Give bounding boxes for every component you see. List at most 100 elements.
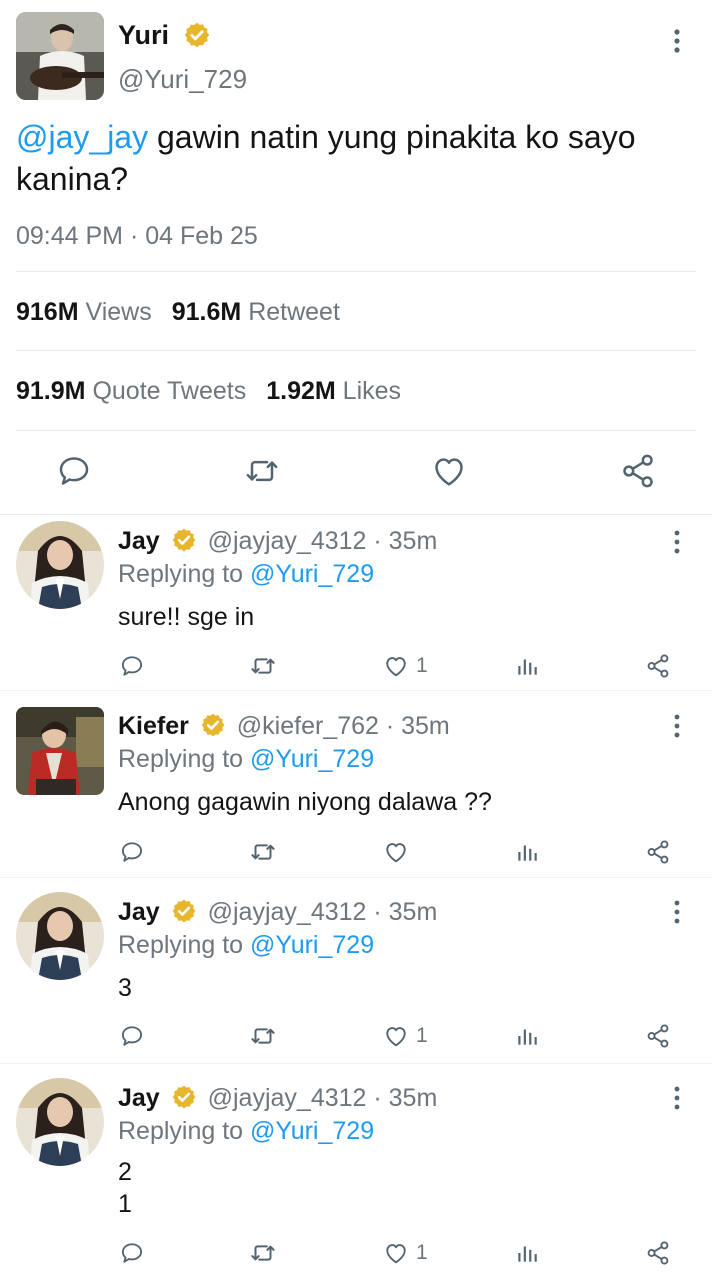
views-action-button[interactable]	[514, 837, 540, 867]
replying-to-link[interactable]: @Yuri_729	[250, 745, 374, 773]
retweet-action-button[interactable]	[248, 837, 278, 867]
reply-icon	[121, 1026, 143, 1046]
retweet-icon[interactable]	[242, 451, 282, 491]
quote-label: Quote Tweets	[92, 377, 247, 405]
reply-icon	[121, 656, 143, 676]
reply-action-button[interactable]	[118, 651, 146, 681]
tweet-text: @jay_jay gawin natin yung pinakita ko sa…	[16, 116, 696, 200]
like-count: 1	[416, 654, 428, 677]
replying-to-link[interactable]: @Yuri_729	[250, 1117, 374, 1145]
author-handle[interactable]: @Yuri_729	[118, 64, 247, 95]
verified-badge-icon	[201, 714, 225, 737]
replying-to-link[interactable]: @Yuri_729	[250, 931, 374, 959]
share-action-button[interactable]	[644, 837, 672, 867]
reply-header: Kiefer @kiefer_762 · 35m	[118, 712, 450, 741]
quote-count: 91.9M	[16, 377, 86, 405]
reply-icon	[121, 842, 143, 862]
replying-to-label: Replying to	[118, 931, 251, 959]
likes-stat[interactable]: 1.92M Likes	[266, 377, 401, 405]
views-stat[interactable]: 916M Views	[16, 298, 152, 326]
replying-to: Replying to @Yuri_729	[118, 1117, 374, 1146]
like-icon	[386, 657, 406, 677]
reply-author-name[interactable]: Jay	[118, 898, 160, 926]
like-icon[interactable]	[429, 451, 469, 491]
retweet-action-button[interactable]	[248, 651, 278, 681]
divider	[16, 430, 696, 431]
author-avatar[interactable]	[16, 12, 104, 100]
reply-text: 3	[118, 974, 132, 1002]
share-icon	[647, 840, 669, 864]
replying-to-label: Replying to	[118, 560, 251, 588]
analytics-icon	[518, 1246, 537, 1262]
retweet-icon	[251, 844, 275, 860]
views-action-button[interactable]	[514, 1238, 540, 1268]
reply-header: Jay @jayjay_4312 · 35m	[118, 898, 437, 927]
reply-icon[interactable]	[54, 451, 94, 491]
reply-icon	[121, 1243, 143, 1263]
reply-avatar[interactable]	[16, 521, 104, 609]
more-options-icon[interactable]	[667, 26, 687, 56]
views-action-button[interactable]	[514, 1021, 540, 1051]
views-action-button[interactable]	[514, 651, 540, 681]
reply-item[interactable]: Kiefer @kiefer_762 · 35m Replying to @Yu…	[0, 691, 712, 878]
author-name[interactable]: Yuri	[118, 20, 211, 51]
tweet-timestamp[interactable]: 09:44 PM · 04 Feb 25	[16, 222, 258, 251]
likes-count: 1.92M	[266, 377, 336, 405]
reply-handle-time: @jayjay_4312 · 35m	[207, 898, 438, 926]
like-icon	[386, 843, 406, 863]
reply-item[interactable]: Jay @jayjay_4312 · 35m Replying to @Yuri…	[0, 1064, 712, 1280]
reply-action-button[interactable]	[118, 1021, 146, 1051]
verified-badge-icon	[172, 900, 196, 923]
reply-avatar[interactable]	[16, 1078, 104, 1166]
like-action-button[interactable]: 1	[382, 1238, 428, 1268]
verified-badge-icon	[172, 529, 196, 552]
reply-handle-time: @jayjay_4312 · 35m	[207, 1084, 438, 1112]
reply-author-name[interactable]: Kiefer	[118, 712, 189, 740]
reply-header: Jay @jayjay_4312 · 35m	[118, 527, 437, 556]
retweet-stat[interactable]: 91.6M Retweet	[172, 298, 340, 326]
like-count: 1	[416, 1241, 428, 1264]
mention-link[interactable]: @jay_jay	[16, 119, 148, 155]
like-action-button[interactable]: 1	[382, 651, 428, 681]
like-icon	[386, 1244, 406, 1264]
reply-item[interactable]: Jay @jayjay_4312 · 35m Replying to @Yuri…	[0, 515, 712, 691]
author-name-text: Yuri	[118, 20, 170, 50]
more-options-icon[interactable]	[667, 711, 687, 741]
like-action-button[interactable]: 1	[382, 1021, 428, 1051]
analytics-icon	[518, 1029, 537, 1045]
reply-item[interactable]: Jay @jayjay_4312 · 35m Replying to @Yuri…	[0, 878, 712, 1064]
share-action-button[interactable]	[644, 651, 672, 681]
analytics-icon	[518, 659, 537, 675]
share-icon[interactable]	[618, 451, 658, 491]
reply-handle-time: @kiefer_762 · 35m	[236, 712, 450, 740]
replying-to-label: Replying to	[118, 1117, 251, 1145]
like-count: 1	[416, 1024, 428, 1047]
main-tweet: Yuri @Yuri_729 @jay_jay gawin natin yung…	[0, 0, 712, 515]
retweet-label: Retweet	[248, 298, 340, 326]
more-options-icon[interactable]	[667, 1083, 687, 1113]
reply-author-name[interactable]: Jay	[118, 527, 160, 555]
reply-action-button[interactable]	[118, 1238, 146, 1268]
share-action-button[interactable]	[644, 1238, 672, 1268]
retweet-action-button[interactable]	[248, 1021, 278, 1051]
reply-avatar[interactable]	[16, 892, 104, 980]
verified-badge-icon	[172, 1086, 196, 1109]
retweet-icon	[251, 1245, 275, 1261]
retweet-action-button[interactable]	[248, 1238, 278, 1268]
quote-tweets-stat[interactable]: 91.9M Quote Tweets	[16, 377, 246, 405]
reply-text: sure!! sge in	[118, 603, 255, 631]
reply-avatar[interactable]	[16, 707, 104, 795]
share-action-button[interactable]	[644, 1021, 672, 1051]
reply-handle-time: @jayjay_4312 · 35m	[207, 527, 438, 555]
stats-row-1: 916M Views 91.6M Retweet	[16, 298, 340, 327]
like-action-button[interactable]	[382, 837, 416, 867]
more-options-icon[interactable]	[667, 897, 687, 927]
reply-action-button[interactable]	[118, 837, 146, 867]
reply-author-name[interactable]: Jay	[118, 1084, 160, 1112]
share-icon	[647, 1241, 669, 1265]
replying-to-link[interactable]: @Yuri_729	[250, 560, 374, 588]
replying-to-label: Replying to	[118, 745, 251, 773]
more-options-icon[interactable]	[667, 527, 687, 557]
replying-to: Replying to @Yuri_729	[118, 745, 374, 774]
like-icon	[386, 1027, 406, 1047]
